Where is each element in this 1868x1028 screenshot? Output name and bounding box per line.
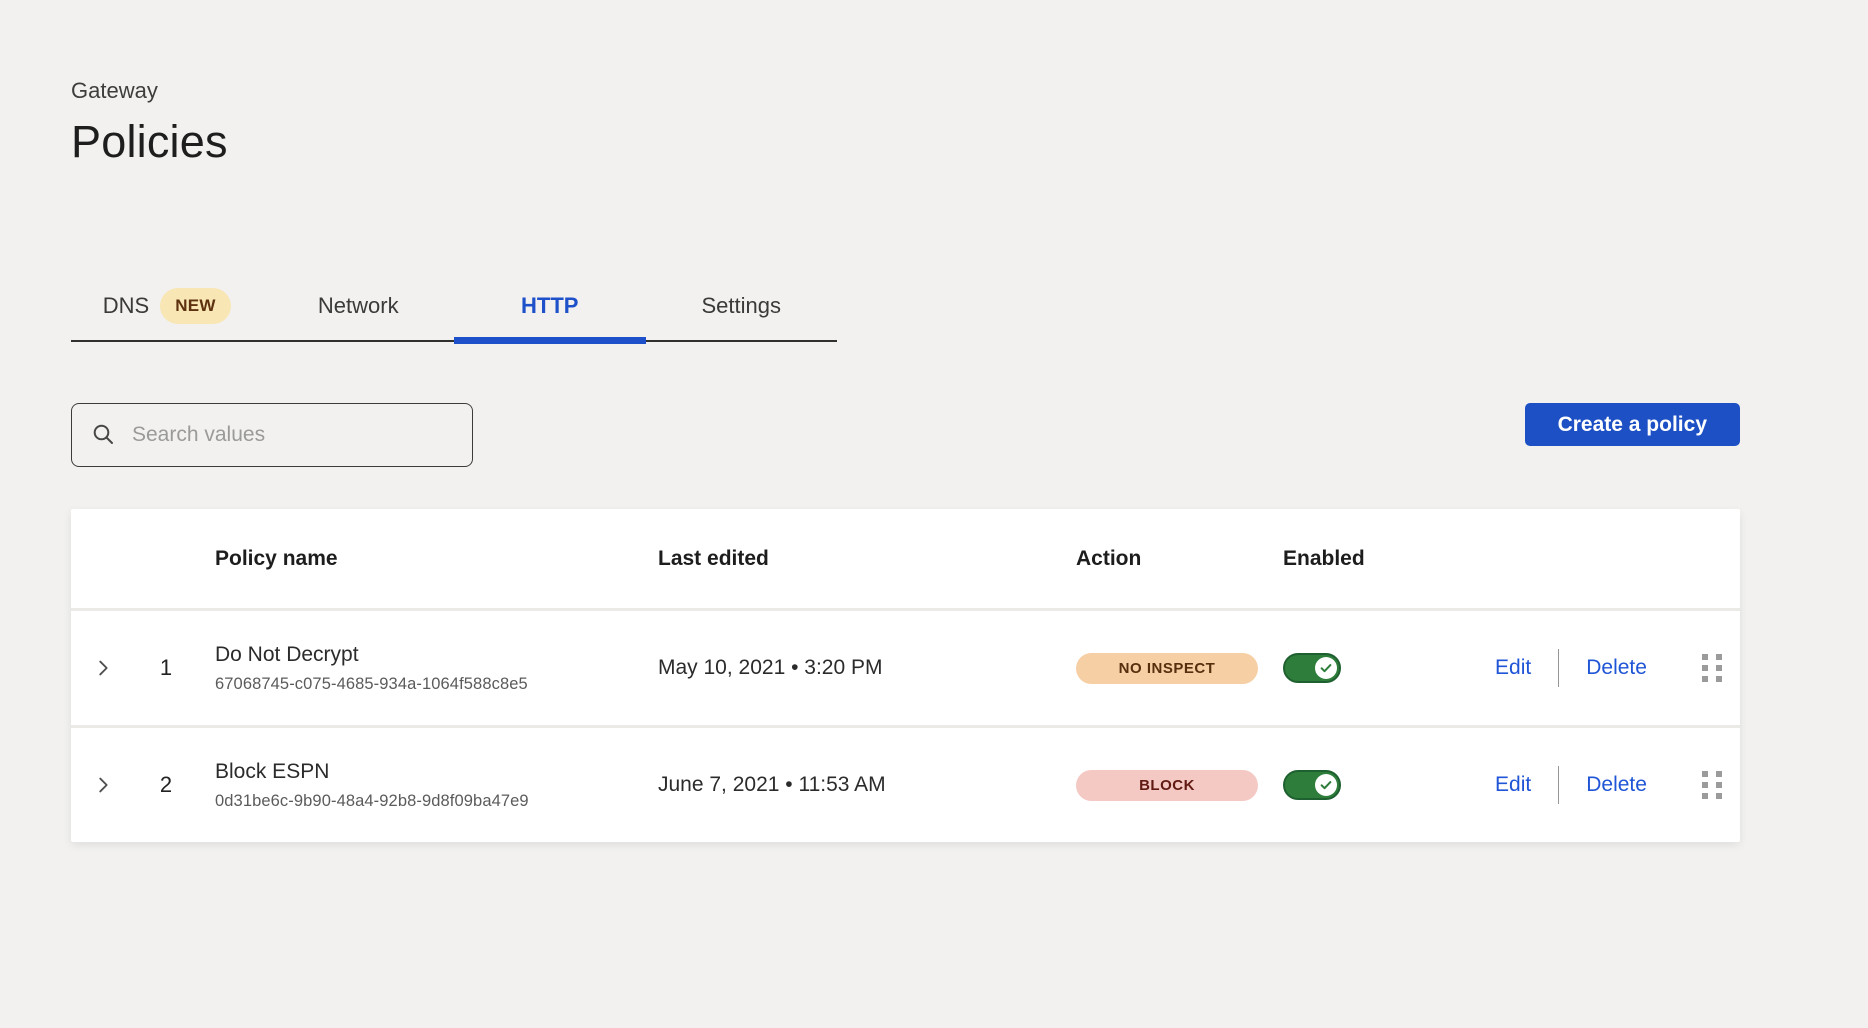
policy-name: Block ESPN bbox=[215, 760, 329, 784]
drag-handle-icon[interactable] bbox=[1696, 648, 1728, 688]
enabled-toggle[interactable] bbox=[1283, 653, 1341, 683]
search-input[interactable] bbox=[132, 423, 453, 447]
action-badge: NO INSPECT bbox=[1076, 653, 1258, 684]
toolbar: Create a policy bbox=[71, 403, 1740, 467]
tab-bar: DNS NEW Network HTTP Settings bbox=[71, 272, 837, 342]
check-icon bbox=[1319, 661, 1333, 675]
tab-http-label: HTTP bbox=[521, 293, 578, 319]
main-content: Gateway Policies DNS NEW Network HTTP Se… bbox=[71, 0, 1740, 842]
column-header-enabled: Enabled bbox=[1283, 547, 1456, 571]
delete-link[interactable]: Delete bbox=[1586, 773, 1647, 797]
row-index: 2 bbox=[135, 772, 197, 798]
table-row: 1 Do Not Decrypt 67068745-c075-4685-934a… bbox=[71, 608, 1740, 725]
last-edited-value: May 10, 2021 • 3:20 PM bbox=[658, 656, 1076, 680]
policy-table: Policy name Last edited Action Enabled 1… bbox=[71, 509, 1740, 842]
breadcrumb: Gateway bbox=[71, 0, 1740, 104]
search-icon bbox=[91, 422, 117, 448]
tab-dns-label: DNS bbox=[103, 293, 149, 319]
tab-settings[interactable]: Settings bbox=[646, 272, 838, 340]
link-divider bbox=[1558, 649, 1559, 687]
toggle-knob bbox=[1315, 657, 1337, 679]
tab-settings-label: Settings bbox=[702, 293, 782, 319]
create-policy-button[interactable]: Create a policy bbox=[1525, 403, 1740, 446]
edit-link[interactable]: Edit bbox=[1495, 773, 1531, 797]
table-row: 2 Block ESPN 0d31be6c-9b90-48a4-92b8-9d8… bbox=[71, 725, 1740, 842]
toggle-knob bbox=[1315, 774, 1337, 796]
chevron-right-icon bbox=[92, 774, 114, 796]
table-header-row: Policy name Last edited Action Enabled bbox=[71, 509, 1740, 608]
page-title: Policies bbox=[71, 116, 1740, 168]
expand-row-button[interactable] bbox=[88, 653, 118, 683]
expand-row-button[interactable] bbox=[88, 770, 118, 800]
tab-network[interactable]: Network bbox=[263, 272, 455, 340]
policy-id: 0d31be6c-9b90-48a4-92b8-9d8f09ba47e9 bbox=[215, 792, 529, 811]
last-edited-value: June 7, 2021 • 11:53 AM bbox=[658, 773, 1076, 797]
tab-http[interactable]: HTTP bbox=[454, 272, 646, 340]
column-header-last-edited: Last edited bbox=[658, 547, 1076, 571]
row-index: 1 bbox=[135, 655, 197, 681]
action-badge: BLOCK bbox=[1076, 770, 1258, 801]
policy-id: 67068745-c075-4685-934a-1064f588c8e5 bbox=[215, 675, 528, 694]
chevron-right-icon bbox=[92, 657, 114, 679]
policy-name: Do Not Decrypt bbox=[215, 643, 359, 667]
tab-dns[interactable]: DNS NEW bbox=[71, 272, 263, 340]
search-box bbox=[71, 403, 473, 467]
tab-network-label: Network bbox=[318, 293, 399, 319]
new-badge: NEW bbox=[160, 288, 231, 324]
edit-link[interactable]: Edit bbox=[1495, 656, 1531, 680]
check-icon bbox=[1319, 778, 1333, 792]
column-header-action: Action bbox=[1076, 547, 1283, 571]
column-header-policy-name: Policy name bbox=[197, 547, 658, 571]
drag-handle-icon[interactable] bbox=[1696, 765, 1728, 805]
enabled-toggle[interactable] bbox=[1283, 770, 1341, 800]
link-divider bbox=[1558, 766, 1559, 804]
delete-link[interactable]: Delete bbox=[1586, 656, 1647, 680]
